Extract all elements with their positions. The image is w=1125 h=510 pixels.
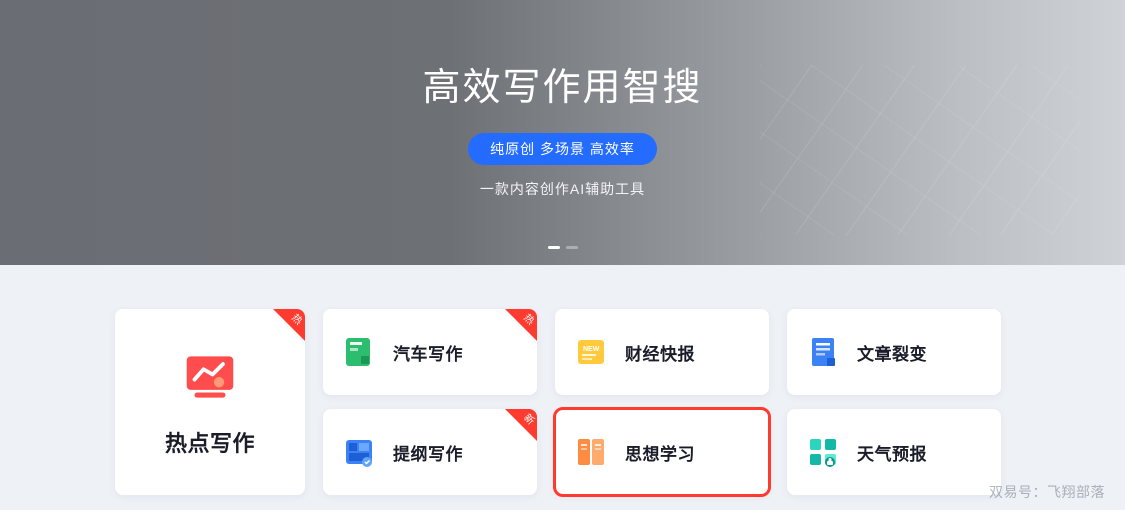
card-label: 思想学习	[625, 440, 695, 465]
carousel-dots[interactable]	[548, 246, 578, 249]
card-weather-forecast[interactable]: 天气预报	[787, 409, 1001, 495]
hero-tags-pill: 纯原创 多场景 高效率	[468, 133, 657, 165]
card-label: 热点写作	[165, 426, 255, 458]
book-green-icon	[341, 334, 377, 370]
card-auto-writing[interactable]: 热 汽车写作	[323, 309, 537, 395]
news-yellow-icon: NEW	[573, 334, 609, 370]
card-hot-writing[interactable]: 热 热点写作	[115, 309, 305, 495]
carousel-dot-2[interactable]	[566, 246, 578, 249]
card-label: 提纲写作	[393, 440, 463, 465]
feature-grid: 热 热点写作 热 汽车写作	[0, 265, 1125, 495]
new-corner-tag: 新	[507, 409, 537, 439]
monitor-trend-icon	[179, 346, 241, 408]
grid-teal-icon	[805, 434, 841, 470]
hot-corner-tag: 热	[507, 309, 537, 339]
book-orange-icon	[573, 434, 609, 470]
card-label: 汽车写作	[393, 340, 463, 365]
card-finance-news[interactable]: NEW 财经快报	[555, 309, 769, 395]
watermark: 双易号：飞翔部落	[989, 482, 1105, 502]
card-label: 天气预报	[857, 440, 927, 465]
svg-text:NEW: NEW	[583, 346, 600, 353]
carousel-dot-1[interactable]	[548, 246, 560, 249]
document-blue-icon	[805, 334, 841, 370]
card-thought-study[interactable]: 思想学习	[555, 409, 769, 495]
card-outline-writing[interactable]: 新 提纲写作	[323, 409, 537, 495]
hero-banner: 高效写作用智搜 纯原创 多场景 高效率 一款内容创作AI辅助工具	[0, 0, 1125, 265]
layout-blue-icon	[341, 434, 377, 470]
hero-subtitle: 一款内容创作AI辅助工具	[480, 179, 645, 199]
hero-title: 高效写作用智搜	[422, 56, 702, 111]
hot-corner-tag: 热	[275, 309, 305, 339]
card-label: 财经快报	[625, 340, 695, 365]
card-article-split[interactable]: 文章裂变	[787, 309, 1001, 395]
card-label: 文章裂变	[857, 340, 927, 365]
